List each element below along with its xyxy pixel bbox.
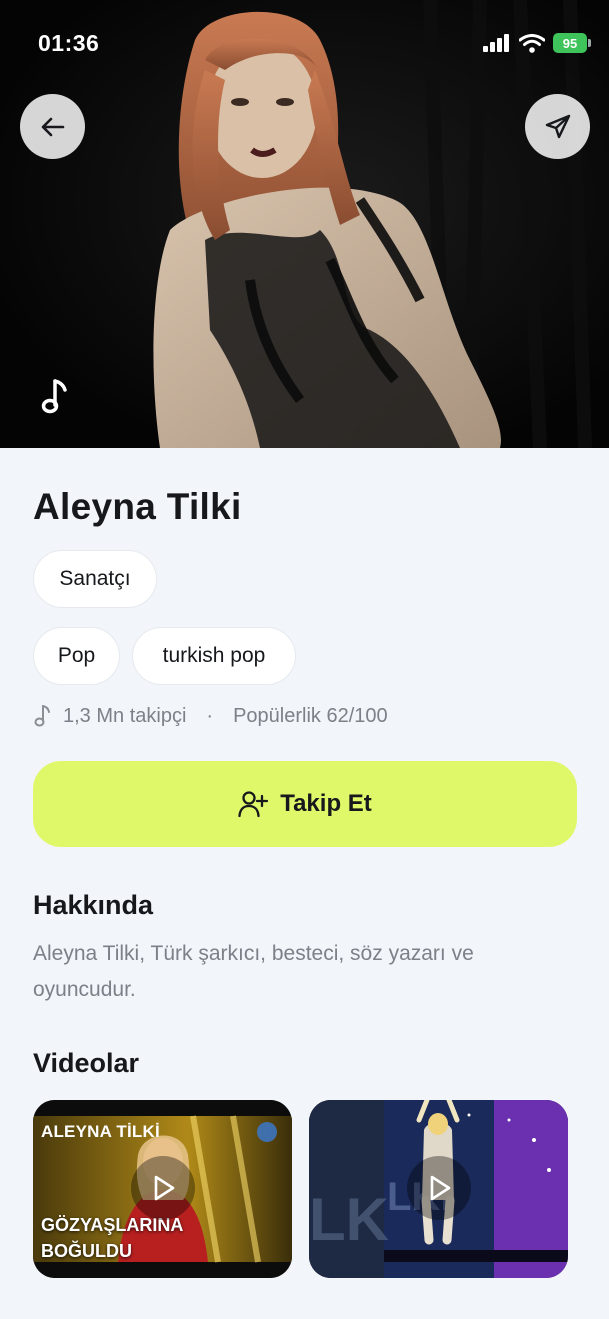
popularity-score: Popülerlik 62/100 — [233, 704, 388, 727]
arrow-left-icon — [41, 117, 64, 136]
back-button[interactable] — [20, 94, 85, 159]
follow-button-label: Takip Et — [280, 790, 372, 817]
battery-level: 95 — [562, 35, 578, 51]
share-button[interactable] — [525, 94, 590, 159]
follow-button[interactable]: Takip Et — [33, 761, 577, 847]
artist-hero-image: 01:36 95 — [0, 0, 609, 448]
signal-icon — [483, 34, 509, 52]
artist-stats: 1,3 Mn takipçi · Popülerlik 62/100 — [33, 702, 388, 730]
artist-name: Aleyna Tilki — [33, 486, 242, 527]
svg-text:LK: LK — [309, 1186, 389, 1253]
wifi-icon — [519, 33, 545, 53]
video-card[interactable]: ALEYNA TİLKİ GÖZYAŞLARINA BOĞULDU — [33, 1100, 292, 1278]
send-icon — [545, 114, 570, 138]
video-card[interactable]: LK LKI — [309, 1100, 568, 1278]
status-bar: 01:36 95 — [0, 0, 609, 88]
stats-separator: · — [206, 704, 214, 727]
role-chip[interactable]: Sanatçı — [33, 550, 157, 608]
battery-indicator: 95 — [553, 33, 591, 53]
play-icon — [430, 1175, 451, 1201]
user-plus-icon — [238, 791, 269, 818]
about-text: Aleyna Tilki, Türk şarkıcı, besteci, söz… — [33, 942, 474, 1001]
play-button[interactable] — [407, 1156, 471, 1220]
status-icons: 95 — [483, 33, 591, 53]
music-note-icon — [41, 379, 67, 414]
videos-heading: Videolar — [33, 1048, 140, 1078]
genre-chip-pop[interactable]: Pop — [33, 627, 120, 685]
status-time: 01:36 — [38, 30, 100, 56]
video-overlay-title: ALEYNA TİLKİ — [41, 1122, 160, 1141]
followers-count: 1,3 Mn takipçi — [63, 704, 187, 727]
music-badge — [26, 366, 86, 426]
about-heading: Hakkında — [33, 890, 154, 920]
play-button[interactable] — [131, 1156, 195, 1220]
genre-chip-turkish-pop[interactable]: turkish pop — [132, 627, 296, 685]
music-note-icon — [34, 705, 50, 727]
play-icon — [154, 1175, 175, 1201]
video-overlay-caption: GÖZYAŞLARINA BOĞULDU — [41, 1215, 183, 1261]
